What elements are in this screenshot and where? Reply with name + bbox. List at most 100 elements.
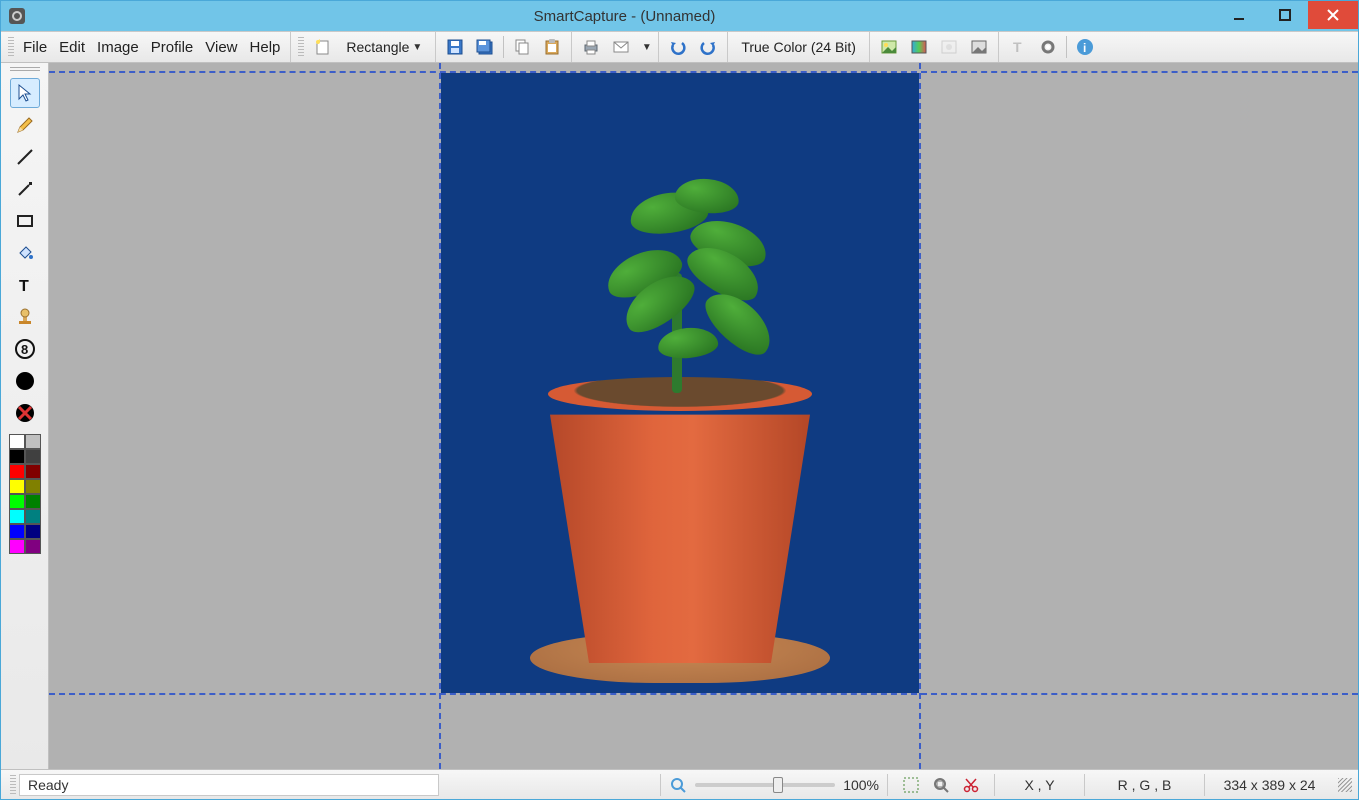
minimize-button[interactable] xyxy=(1216,1,1262,29)
grip-icon[interactable] xyxy=(10,67,40,72)
cut-button[interactable] xyxy=(958,772,984,798)
info-icon: i xyxy=(1076,38,1094,56)
minimize-icon xyxy=(1233,9,1245,21)
text-icon: T xyxy=(15,275,35,295)
menu-profile[interactable]: Profile xyxy=(145,37,200,58)
color-swatch[interactable] xyxy=(9,524,25,539)
magnifier-icon xyxy=(669,776,687,794)
menu-view[interactable]: View xyxy=(199,37,243,58)
color-depth-dropdown[interactable]: True Color (24 Bit) xyxy=(734,34,863,60)
color-swatch[interactable] xyxy=(9,479,25,494)
image-preview-button[interactable] xyxy=(876,34,902,60)
color-picker-button[interactable] xyxy=(906,34,932,60)
chevron-down-icon: ▼ xyxy=(412,42,422,53)
tool-line[interactable] xyxy=(10,142,40,172)
redo-button[interactable] xyxy=(695,34,721,60)
email-button[interactable] xyxy=(608,34,634,60)
save-button[interactable] xyxy=(442,34,468,60)
paste-button[interactable] xyxy=(539,34,565,60)
canvas-area[interactable] xyxy=(49,63,1358,769)
tool-pencil[interactable] xyxy=(10,110,40,140)
new-capture-button[interactable] xyxy=(309,34,335,60)
close-button[interactable] xyxy=(1308,1,1358,29)
brightness-button[interactable] xyxy=(936,34,962,60)
grip-icon[interactable] xyxy=(298,37,304,57)
no-color[interactable] xyxy=(10,398,40,428)
color-swatch[interactable] xyxy=(9,434,25,449)
selection-guide xyxy=(919,63,921,769)
color-swatch[interactable] xyxy=(25,509,41,524)
email-options-button[interactable]: ▼ xyxy=(638,34,652,60)
zoom-slider[interactable] xyxy=(695,783,835,787)
menu-edit[interactable]: Edit xyxy=(53,37,91,58)
grip-icon[interactable] xyxy=(8,37,14,57)
floppy-stack-icon xyxy=(475,38,495,56)
copy-button[interactable] xyxy=(509,34,535,60)
color-swatch[interactable] xyxy=(9,509,25,524)
tool-fill[interactable] xyxy=(10,238,40,268)
grayscale-button[interactable] xyxy=(966,34,992,60)
crop-button[interactable] xyxy=(928,772,954,798)
selection-tools xyxy=(887,774,994,796)
color-swatch[interactable] xyxy=(9,449,25,464)
selection-guide xyxy=(49,693,1358,695)
pixel-color: R , G , B xyxy=(1084,774,1204,796)
image-content xyxy=(510,133,850,693)
color-swatch[interactable] xyxy=(9,494,25,509)
statusbar: Ready 100% X , Y R , G , B 334 x 389 x 2… xyxy=(1,769,1358,799)
undo-icon xyxy=(668,38,688,56)
about-button[interactable]: i xyxy=(1072,34,1098,60)
tool-stamp[interactable] xyxy=(10,302,40,332)
color-swatch[interactable] xyxy=(25,464,41,479)
tool-rectangle[interactable] xyxy=(10,206,40,236)
svg-text:T: T xyxy=(1013,39,1022,55)
captured-image[interactable] xyxy=(441,73,919,693)
menu-file[interactable]: File xyxy=(17,37,53,58)
view-tools-segment xyxy=(870,32,999,62)
slider-thumb[interactable] xyxy=(773,777,783,793)
save-all-button[interactable] xyxy=(472,34,498,60)
undo-button[interactable] xyxy=(665,34,691,60)
foreground-color[interactable] xyxy=(10,366,40,396)
tool-text[interactable]: T xyxy=(10,270,40,300)
menu-help[interactable]: Help xyxy=(244,37,287,58)
color-swatch[interactable] xyxy=(25,494,41,509)
color-segment: True Color (24 Bit) xyxy=(728,32,870,62)
color-swatch[interactable] xyxy=(25,524,41,539)
settings-button[interactable] xyxy=(1035,34,1061,60)
menu-image[interactable]: Image xyxy=(91,37,145,58)
fit-selection-button[interactable] xyxy=(898,772,924,798)
app-icon xyxy=(9,8,25,24)
app-tools-segment: T i xyxy=(999,32,1104,62)
resize-grip[interactable] xyxy=(1338,778,1352,792)
color-swatch[interactable] xyxy=(25,539,41,554)
bucket-icon xyxy=(15,243,35,263)
filled-circle-icon xyxy=(14,370,36,392)
number-circle-icon: 8 xyxy=(14,338,36,360)
no-fill-icon xyxy=(14,402,36,424)
marquee-icon xyxy=(902,776,920,794)
clipboard-icon xyxy=(543,38,561,56)
window-title: SmartCapture - (Unnamed) xyxy=(33,8,1216,25)
color-swatch[interactable] xyxy=(9,464,25,479)
scissors-icon xyxy=(962,776,980,794)
text-caption-button[interactable]: T xyxy=(1005,34,1031,60)
maximize-icon xyxy=(1279,9,1291,21)
color-swatch[interactable] xyxy=(25,479,41,494)
rectangle-icon xyxy=(15,211,35,231)
floppy-icon xyxy=(446,38,464,56)
color-swatch[interactable] xyxy=(9,539,25,554)
gradient-icon xyxy=(910,38,928,56)
print-button[interactable] xyxy=(578,34,604,60)
menu-segment: File Edit Image Profile View Help xyxy=(1,32,291,62)
color-depth-label: True Color (24 Bit) xyxy=(741,39,856,55)
image-dimensions: 334 x 389 x 24 xyxy=(1204,774,1334,796)
color-swatch[interactable] xyxy=(25,434,41,449)
maximize-button[interactable] xyxy=(1262,1,1308,29)
tool-select[interactable] xyxy=(10,78,40,108)
grip-icon[interactable] xyxy=(10,775,16,795)
tool-arrow[interactable] xyxy=(10,174,40,204)
tool-counter[interactable]: 8 xyxy=(10,334,40,364)
color-swatch[interactable] xyxy=(25,449,41,464)
capture-shape-dropdown[interactable]: Rectangle ▼ xyxy=(339,34,429,60)
